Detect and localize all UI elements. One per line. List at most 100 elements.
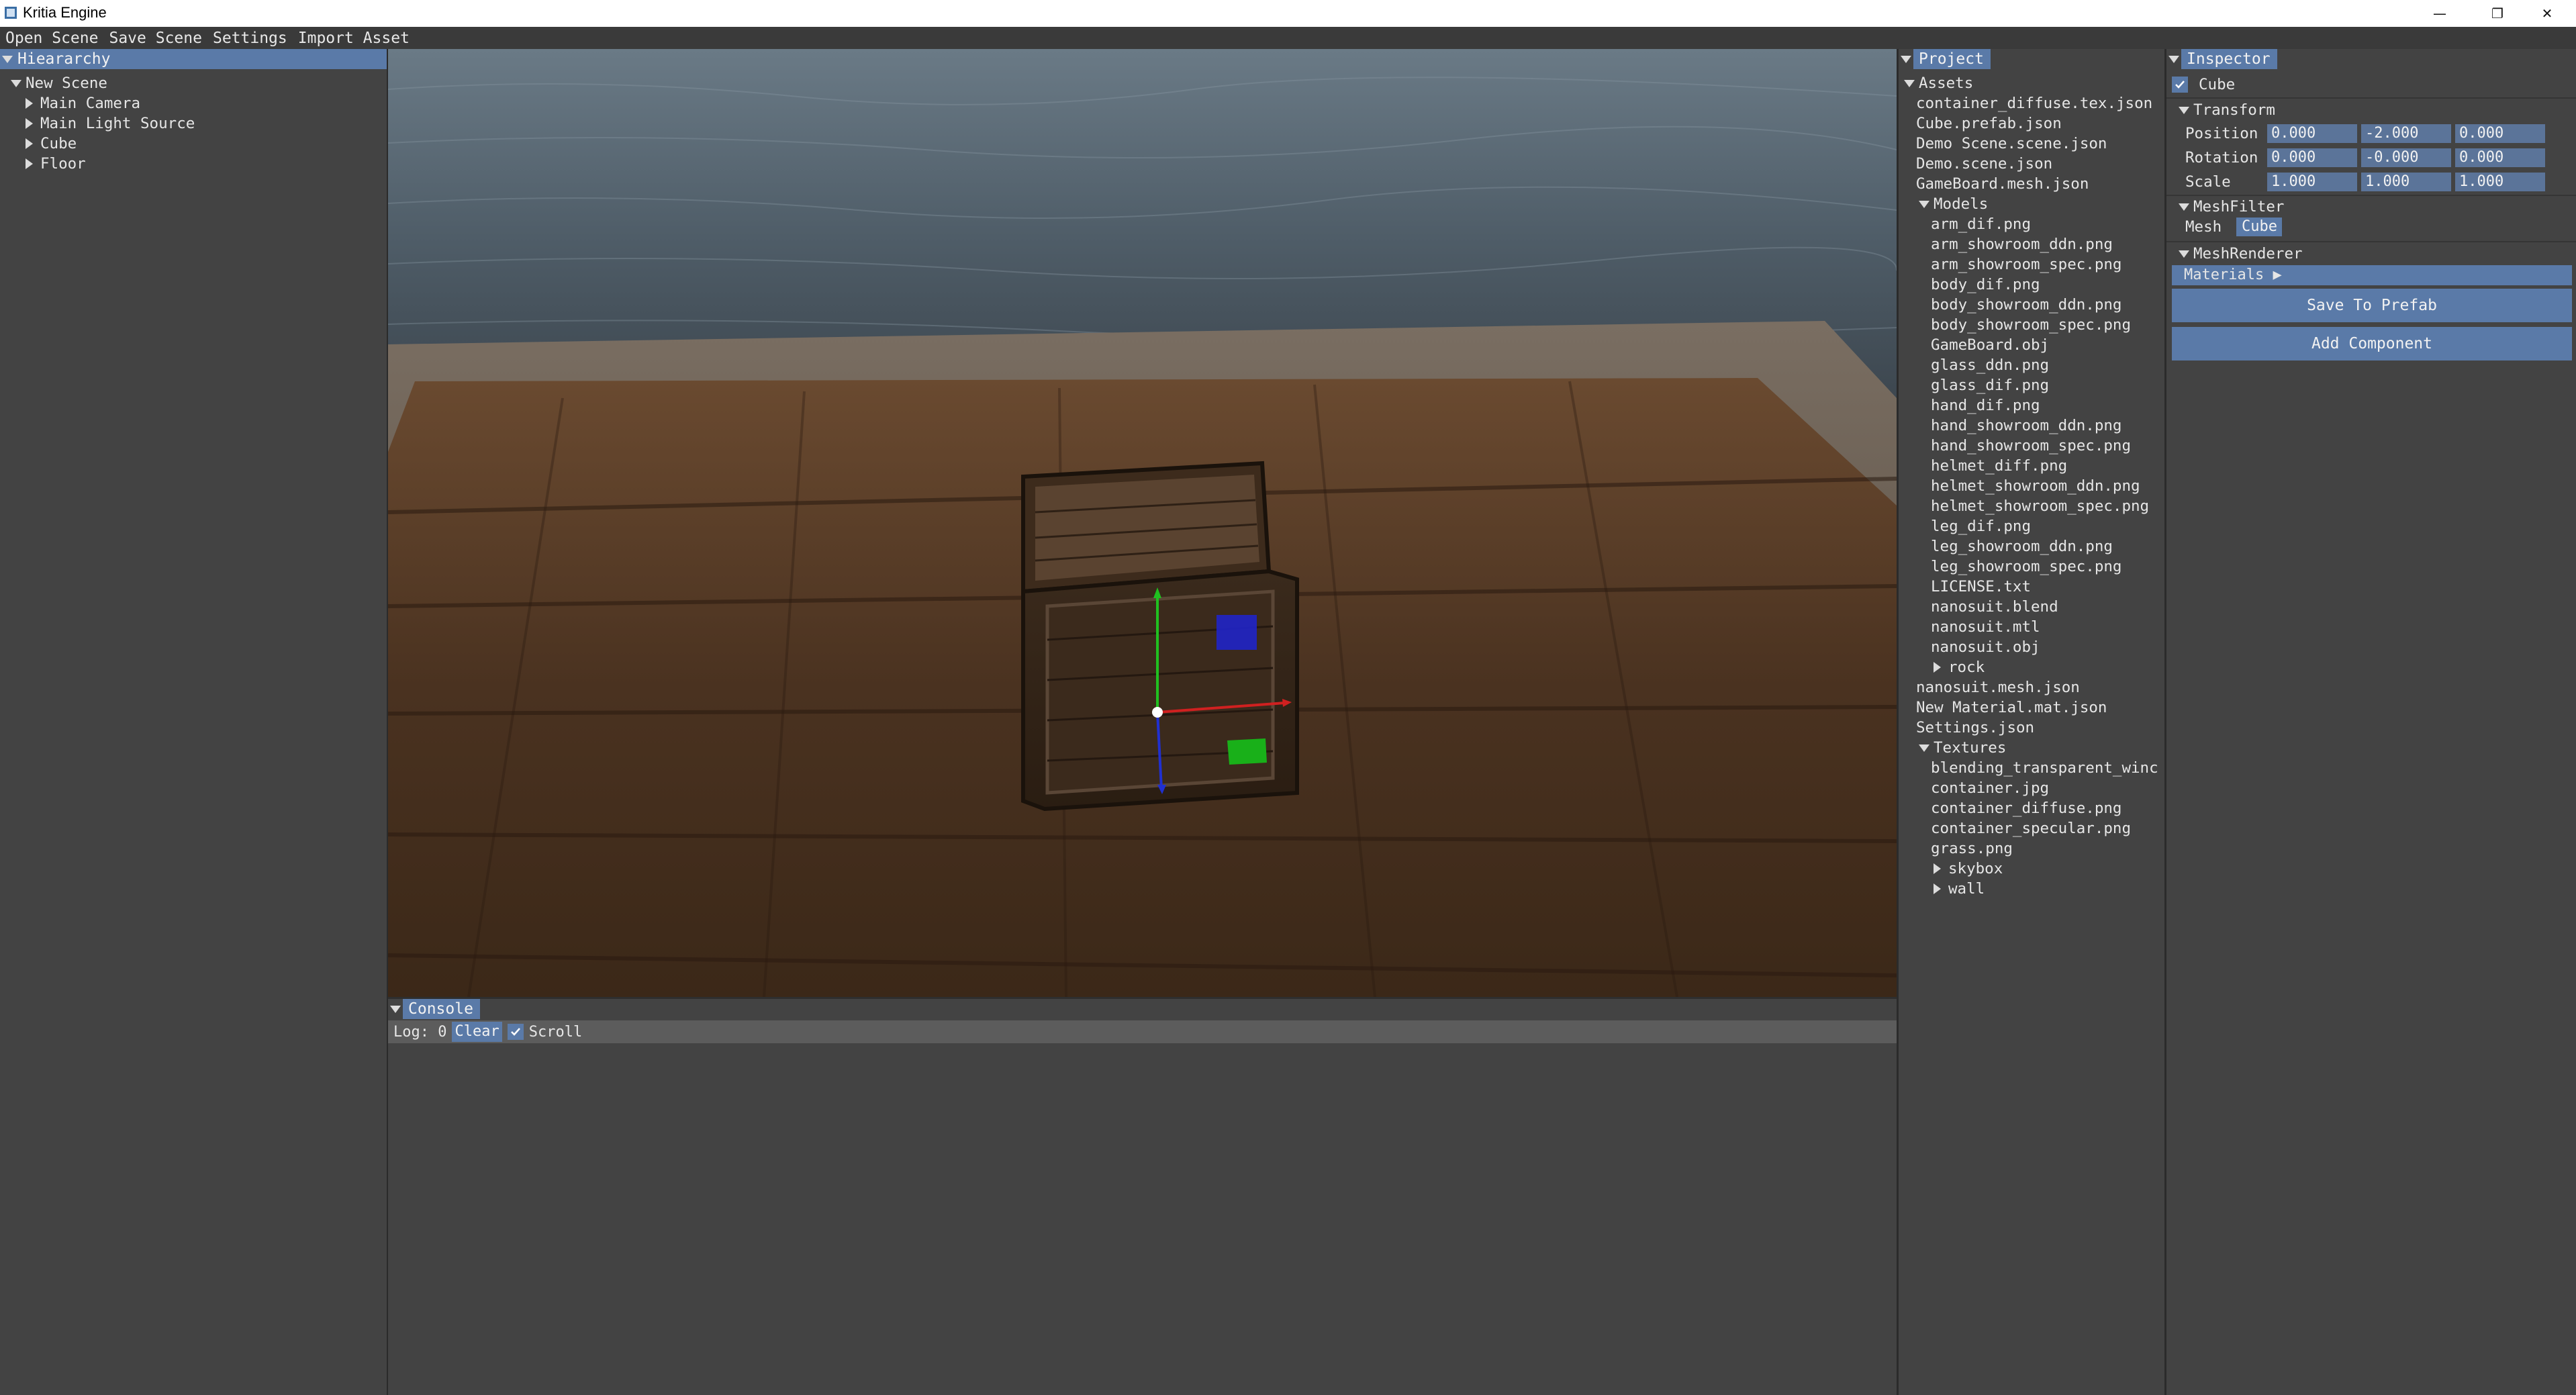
scale-x-field[interactable]: 1.000: [2267, 173, 2357, 191]
hierarchy-header[interactable]: Hieararchy: [0, 49, 388, 69]
chevron-right-icon[interactable]: [1934, 863, 1948, 874]
meshrenderer-header[interactable]: MeshRenderer: [2179, 244, 2303, 264]
project-file[interactable]: leg_showroom_ddn.png: [1931, 536, 2113, 557]
project-file[interactable]: arm_dif.png: [1931, 214, 2031, 234]
project-file[interactable]: New Material.mat.json: [1916, 698, 2107, 718]
chevron-down-icon[interactable]: [2179, 106, 2193, 114]
project-file[interactable]: Demo.scene.json: [1916, 154, 2052, 174]
scene-viewport[interactable]: [388, 49, 1897, 997]
project-file[interactable]: nanosuit.mesh.json: [1916, 677, 2080, 698]
assets-folder[interactable]: Assets: [1904, 73, 1973, 93]
project-file[interactable]: arm_showroom_spec.png: [1931, 254, 2121, 275]
project-file[interactable]: Settings.json: [1916, 718, 2034, 738]
chevron-right-icon[interactable]: [26, 118, 40, 129]
chevron-down-icon[interactable]: [2179, 203, 2193, 211]
textures-folder[interactable]: Textures: [1919, 738, 2006, 758]
close-button[interactable]: ✕: [2518, 0, 2576, 27]
add-component-button[interactable]: Add Component: [2172, 327, 2572, 360]
minimize-button[interactable]: —: [2411, 0, 2469, 27]
hierarchy-item-main-light-source[interactable]: Main Light Source: [26, 113, 195, 134]
rotation-z-field[interactable]: 0.000: [2455, 148, 2545, 167]
chevron-down-icon[interactable]: [1919, 744, 1934, 752]
chevron-down-icon[interactable]: [1919, 200, 1934, 208]
project-item-label: GameBoard.obj: [1931, 336, 2050, 354]
project-file[interactable]: glass_ddn.png: [1931, 355, 2049, 375]
scale-z-field[interactable]: 1.000: [2455, 173, 2545, 191]
project-file[interactable]: helmet_showroom_ddn.png: [1931, 476, 2140, 496]
meshfilter-header[interactable]: MeshFilter: [2179, 197, 2284, 217]
hierarchy-item-cube[interactable]: Cube: [26, 134, 77, 154]
hierarchy-item-label: Main Camera: [40, 95, 141, 112]
scene-node[interactable]: New Scene: [11, 73, 107, 93]
project-file[interactable]: blending_transparent_winc: [1931, 758, 2158, 778]
project-file[interactable]: container_specular.png: [1931, 818, 2131, 838]
scene-render[interactable]: [388, 49, 1897, 997]
position-x-field[interactable]: 0.000: [2267, 124, 2357, 143]
project-header[interactable]: Project: [1899, 49, 1991, 69]
menu-settings[interactable]: Settings: [207, 30, 293, 47]
project-file[interactable]: LICENSE.txt: [1931, 577, 2031, 597]
chevron-right-icon[interactable]: [1934, 883, 1948, 894]
collapse-icon[interactable]: [388, 999, 403, 1019]
materials-toggle[interactable]: Materials ▶: [2172, 265, 2572, 285]
project-file[interactable]: hand_dif.png: [1931, 395, 2040, 416]
project-file[interactable]: nanosuit.mtl: [1931, 617, 2040, 637]
scale-y-field[interactable]: 1.000: [2361, 173, 2451, 191]
transform-header[interactable]: Transform: [2179, 100, 2275, 120]
chevron-down-icon[interactable]: [1904, 79, 1919, 87]
project-file[interactable]: hand_showroom_ddn.png: [1931, 416, 2121, 436]
inspector-panel: Inspector Cube Transform Position 0.000 …: [2166, 49, 2576, 1395]
menu-open-scene[interactable]: Open Scene: [0, 30, 103, 47]
chevron-down-icon[interactable]: [2179, 250, 2193, 258]
project-item-label: GameBoard.mesh.json: [1916, 175, 2089, 193]
project-file[interactable]: container.jpg: [1931, 778, 2049, 798]
rotation-y-field[interactable]: -0.000: [2361, 148, 2451, 167]
mesh-value-button[interactable]: Cube: [2236, 218, 2282, 236]
project-file[interactable]: helmet_diff.png: [1931, 456, 2067, 476]
project-file[interactable]: glass_dif.png: [1931, 375, 2049, 395]
chevron-right-icon[interactable]: [26, 98, 40, 109]
object-name[interactable]: Cube: [2199, 75, 2235, 95]
project-file[interactable]: Cube.prefab.json: [1916, 113, 2062, 134]
project-file[interactable]: GameBoard.obj: [1931, 335, 2049, 355]
models-folder[interactable]: Models: [1919, 194, 1988, 214]
project-file[interactable]: helmet_showroom_spec.png: [1931, 496, 2149, 516]
project-file[interactable]: nanosuit.obj: [1931, 637, 2040, 657]
project-file[interactable]: grass.png: [1931, 838, 2013, 859]
project-file[interactable]: body_dif.png: [1931, 275, 2040, 295]
collapse-icon[interactable]: [1899, 49, 1913, 69]
chevron-right-icon[interactable]: [1934, 662, 1948, 673]
project-file[interactable]: container_diffuse.tex.json: [1916, 93, 2152, 113]
project-file[interactable]: hand_showroom_spec.png: [1931, 436, 2131, 456]
object-enabled-checkbox[interactable]: [2172, 77, 2188, 93]
project-file[interactable]: leg_dif.png: [1931, 516, 2031, 536]
save-to-prefab-button[interactable]: Save To Prefab: [2172, 289, 2572, 322]
project-file[interactable]: container_diffuse.png: [1931, 798, 2121, 818]
project-file[interactable]: Demo Scene.scene.json: [1916, 134, 2107, 154]
hierarchy-item-floor[interactable]: Floor: [26, 154, 86, 174]
project-file[interactable]: GameBoard.mesh.json: [1916, 174, 2089, 194]
chevron-down-icon[interactable]: [11, 79, 26, 87]
position-z-field[interactable]: 0.000: [2455, 124, 2545, 143]
project-subfolder[interactable]: wall: [1934, 879, 1985, 899]
project-file[interactable]: arm_showroom_ddn.png: [1931, 234, 2113, 254]
chevron-right-icon[interactable]: [26, 158, 40, 169]
scroll-checkbox[interactable]: [507, 1024, 524, 1040]
inspector-header[interactable]: Inspector: [2166, 49, 2277, 69]
menu-import-asset[interactable]: Import Asset: [293, 30, 415, 47]
project-file[interactable]: body_showroom_spec.png: [1931, 315, 2131, 335]
project-file[interactable]: nanosuit.blend: [1931, 597, 2058, 617]
menu-save-scene[interactable]: Save Scene: [103, 30, 207, 47]
collapse-icon[interactable]: [0, 49, 15, 69]
chevron-right-icon[interactable]: [26, 138, 40, 149]
rotation-x-field[interactable]: 0.000: [2267, 148, 2357, 167]
position-y-field[interactable]: -2.000: [2361, 124, 2451, 143]
project-subfolder[interactable]: skybox: [1934, 859, 2003, 879]
collapse-icon[interactable]: [2166, 49, 2181, 69]
hierarchy-item-main-camera[interactable]: Main Camera: [26, 93, 140, 113]
clear-button[interactable]: Clear: [452, 1022, 502, 1042]
rock-folder[interactable]: rock: [1934, 657, 1985, 677]
project-file[interactable]: body_showroom_ddn.png: [1931, 295, 2121, 315]
console-header[interactable]: Console: [388, 999, 480, 1019]
project-file[interactable]: leg_showroom_spec.png: [1931, 557, 2121, 577]
